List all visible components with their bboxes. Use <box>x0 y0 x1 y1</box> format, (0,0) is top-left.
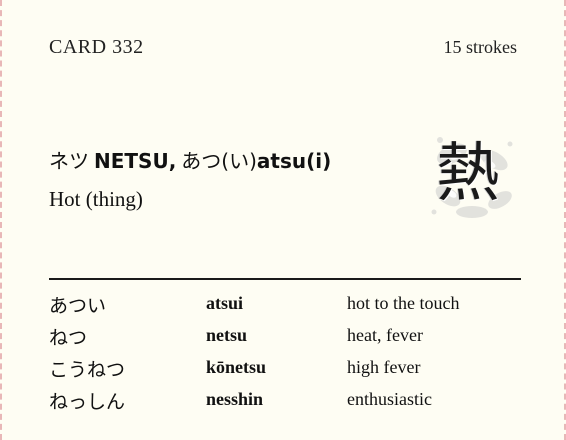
vocab-romaji: nesshin <box>206 389 264 409</box>
vocab-kana: こうねつ <box>49 359 126 381</box>
kun-reading-kana: あつ(い) <box>181 149 257 173</box>
vocab-meaning: heat, fever <box>347 325 423 345</box>
card-number: CARD 332 <box>49 36 144 58</box>
vocab-row: あつい atsui hot to the touch <box>49 291 529 323</box>
vocab-kana: あつい <box>49 295 107 317</box>
vocab-meaning: high fever <box>347 357 421 377</box>
on-reading-kana: ネツ <box>49 149 89 173</box>
section-divider <box>49 278 521 280</box>
kanji-character: 熱 <box>436 137 500 211</box>
flashcard: CARD 332 15 strokes ネツ NETSU, あつ(い)atsu(… <box>0 0 566 440</box>
kanji-illustration: 熱 <box>422 126 522 226</box>
vocabulary-list: あつい atsui hot to the touch ねつ netsu heat… <box>49 291 529 419</box>
stroke-count: 15 strokes <box>443 37 518 57</box>
vocab-row: こうねつ kōnetsu high fever <box>49 355 529 387</box>
vocab-kana: ねっしん <box>49 391 126 413</box>
vocab-kana: ねつ <box>49 327 88 349</box>
vocab-meaning: hot to the touch <box>347 293 460 313</box>
vocab-romaji: netsu <box>206 325 248 345</box>
kanji-meaning: Hot (thing) <box>49 187 143 211</box>
vocab-romaji: kōnetsu <box>206 357 267 377</box>
kanji-readings: ネツ NETSU, あつ(い)atsu(i) <box>49 145 331 174</box>
vocab-row: ねっしん nesshin enthusiastic <box>49 387 529 419</box>
kun-reading-romaji: atsu(i) <box>256 149 332 173</box>
vocab-meaning: enthusiastic <box>347 389 432 409</box>
vocab-row: ねつ netsu heat, fever <box>49 323 529 355</box>
on-reading-romaji: NETSU, <box>94 149 177 173</box>
vocab-romaji: atsui <box>206 293 244 313</box>
